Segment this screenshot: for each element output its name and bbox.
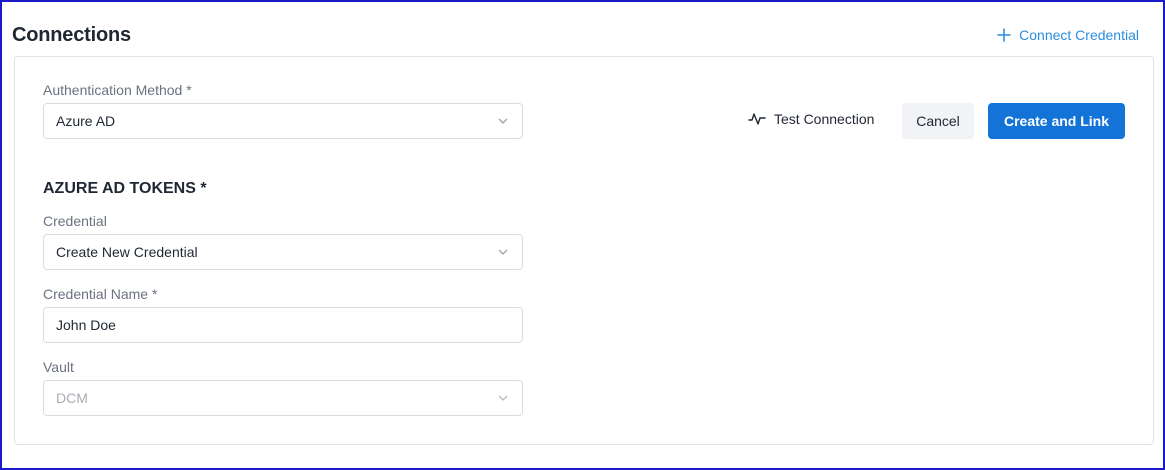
auth-method-value: Azure AD <box>56 113 116 129</box>
credential-name-input[interactable]: John Doe <box>43 307 523 343</box>
auth-method-select[interactable]: Azure AD <box>43 103 523 139</box>
vault-value: DCM <box>56 390 88 406</box>
credential-label: Credential <box>43 213 107 229</box>
chevron-down-icon <box>498 395 508 401</box>
plus-icon <box>997 28 1011 42</box>
vault-label: Vault <box>43 359 74 375</box>
credential-name-label: Credential Name * <box>43 286 158 302</box>
credential-select[interactable]: Create New Credential <box>43 234 523 270</box>
chevron-down-icon <box>498 118 508 124</box>
connect-credential-link[interactable]: Connect Credential <box>997 27 1139 43</box>
page-title: Connections <box>12 24 131 46</box>
test-connection-button[interactable]: Test Connection <box>748 111 874 127</box>
connection-form-card: Authentication Method * Azure AD Test Co… <box>14 56 1154 445</box>
pulse-icon <box>748 113 766 125</box>
window-frame: Connections Connect Credential Authentic… <box>0 0 1165 470</box>
section-heading: AZURE AD TOKENS * <box>43 180 207 197</box>
chevron-down-icon <box>498 249 508 255</box>
credential-name-value: John Doe <box>56 317 116 333</box>
auth-method-label: Authentication Method * <box>43 82 192 98</box>
test-connection-label: Test Connection <box>774 111 875 127</box>
credential-value: Create New Credential <box>56 244 198 260</box>
vault-select[interactable]: DCM <box>43 380 523 416</box>
cancel-button[interactable]: Cancel <box>902 103 974 139</box>
connect-credential-label: Connect Credential <box>1019 27 1139 43</box>
create-and-link-button[interactable]: Create and Link <box>988 103 1125 139</box>
